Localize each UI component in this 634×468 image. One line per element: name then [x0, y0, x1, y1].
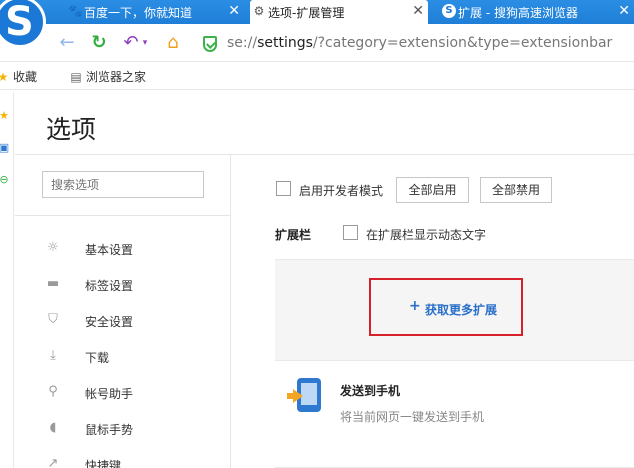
sidebar-item-shortcuts[interactable]: ↗ 快捷键 [15, 447, 231, 468]
page-icon: ▤ [70, 70, 82, 84]
url-text: se://settings/?category=extension&type=e… [227, 35, 613, 51]
monitor-icon[interactable]: ▣ [0, 142, 10, 154]
plus-icon: + [409, 298, 421, 314]
shortcut-icon: ↗ [47, 456, 59, 468]
search-input[interactable] [43, 172, 203, 197]
url-field[interactable]: se://settings/?category=extension&type=e… [197, 31, 634, 57]
home-icon[interactable]: ⌂ [162, 32, 184, 54]
address-bar: ← ↻ ↶ ▾ ⌂ se://settings/?category=extens… [0, 24, 634, 62]
send-arrow-head [293, 389, 303, 403]
star-icon: ★ [0, 70, 9, 84]
tab-icon: ▬ [46, 276, 60, 291]
refresh-icon[interactable]: ↻ [88, 32, 110, 54]
tab-title: 选项-扩展管理 [268, 6, 345, 20]
gear-icon: ☼ [47, 240, 59, 255]
settings-page: 选项 ☼ 基本设置 ▬ 标签设置 ⛉ 安全设置 ⤓ 下载 [15, 92, 634, 468]
circle-minus-icon[interactable]: ⊖ [0, 174, 10, 186]
settings-sidebar: ☼ 基本设置 ▬ 标签设置 ⛉ 安全设置 ⤓ 下载 ⚲ 帐号助手 ◖ 鼠标手势 [15, 155, 231, 468]
search-box[interactable] [42, 171, 204, 198]
extension-item[interactable]: 发送到手机 将当前网页一键发送到手机 [275, 362, 634, 468]
key-icon: ⚲ [48, 384, 58, 399]
extension-name: 发送到手机 [340, 384, 401, 398]
undo-icon[interactable]: ↶ [120, 32, 142, 54]
divider [15, 215, 231, 216]
enable-all-button[interactable]: 全部启用 [396, 177, 469, 203]
side-panel-strip: ★ ▣ ⊖ [0, 92, 14, 468]
mouse-icon: ◖ [49, 420, 57, 435]
browser-window: 🐾 百度一下，你就知道 ✕ ⚙ 选项-扩展管理 ✕ S 扩展 - 搜狗高速浏览器… [0, 0, 634, 468]
download-icon: ⤓ [50, 348, 56, 363]
tab-strip: 🐾 百度一下，你就知道 ✕ ⚙ 选项-扩展管理 ✕ S 扩展 - 搜狗高速浏览器… [0, 0, 634, 24]
close-icon[interactable]: ✕ [228, 3, 240, 19]
extensions-panel: 启用开发者模式 全部启用 全部禁用 扩展栏 在扩展栏显示动态文字 + 获取更多扩… [232, 155, 634, 468]
chevron-down-icon[interactable]: ▾ [140, 32, 150, 54]
close-icon[interactable]: ✕ [412, 3, 424, 19]
sidebar-item-account[interactable]: ⚲ 帐号助手 [15, 375, 231, 411]
extension-bar-heading: 扩展栏 [275, 228, 312, 242]
sidebar-item-tabs[interactable]: ▬ 标签设置 [15, 267, 231, 303]
sogou-icon: S [442, 4, 456, 18]
extension-bar-area: + 获取更多扩展 [275, 259, 634, 361]
dynamic-text-checkbox[interactable] [343, 225, 358, 240]
paw-icon: 🐾 [68, 4, 83, 18]
bookmark-favorites[interactable]: ★ 收藏 [0, 68, 37, 85]
tab-title: 扩展 - 搜狗高速浏览器 [458, 6, 578, 20]
sidebar-item-basic[interactable]: ☼ 基本设置 [15, 231, 231, 267]
tab-sogou-extensions[interactable]: S 扩展 - 搜狗高速浏览器 ✕ [440, 0, 634, 24]
extension-description: 将当前网页一键发送到手机 [340, 410, 485, 424]
star-icon[interactable]: ★ [0, 110, 10, 122]
sidebar-item-security[interactable]: ⛉ 安全设置 [15, 303, 231, 339]
bookmark-browser-home[interactable]: ▤ 浏览器之家 [70, 68, 146, 85]
developer-mode-checkbox[interactable] [276, 181, 291, 196]
sidebar-item-download[interactable]: ⤓ 下载 [15, 339, 231, 375]
developer-mode-label: 启用开发者模式 [299, 184, 384, 198]
disable-all-button[interactable]: 全部禁用 [480, 177, 552, 203]
shield-icon: ⛉ [48, 312, 58, 327]
tab-extensions[interactable]: ⚙ 选项-扩展管理 ✕ [250, 0, 428, 24]
sidebar-item-mouse-gestures[interactable]: ◖ 鼠标手势 [15, 411, 231, 447]
back-arrow-icon[interactable]: ← [56, 32, 78, 54]
dynamic-text-label: 在扩展栏显示动态文字 [366, 228, 487, 242]
gear-icon: ⚙ [253, 4, 265, 18]
page-title: 选项 [46, 115, 97, 144]
get-more-extensions-button[interactable]: + 获取更多扩展 [369, 278, 523, 336]
tab-baidu[interactable]: 🐾 百度一下，你就知道 ✕ [66, 0, 244, 24]
tab-title: 百度一下，你就知道 [84, 6, 193, 20]
bookmarks-bar: ★ 收藏 ▤ 浏览器之家 [0, 62, 634, 90]
shield-icon [203, 36, 217, 52]
close-icon[interactable]: ✕ [618, 3, 630, 19]
get-more-label: 获取更多扩展 [425, 303, 498, 317]
